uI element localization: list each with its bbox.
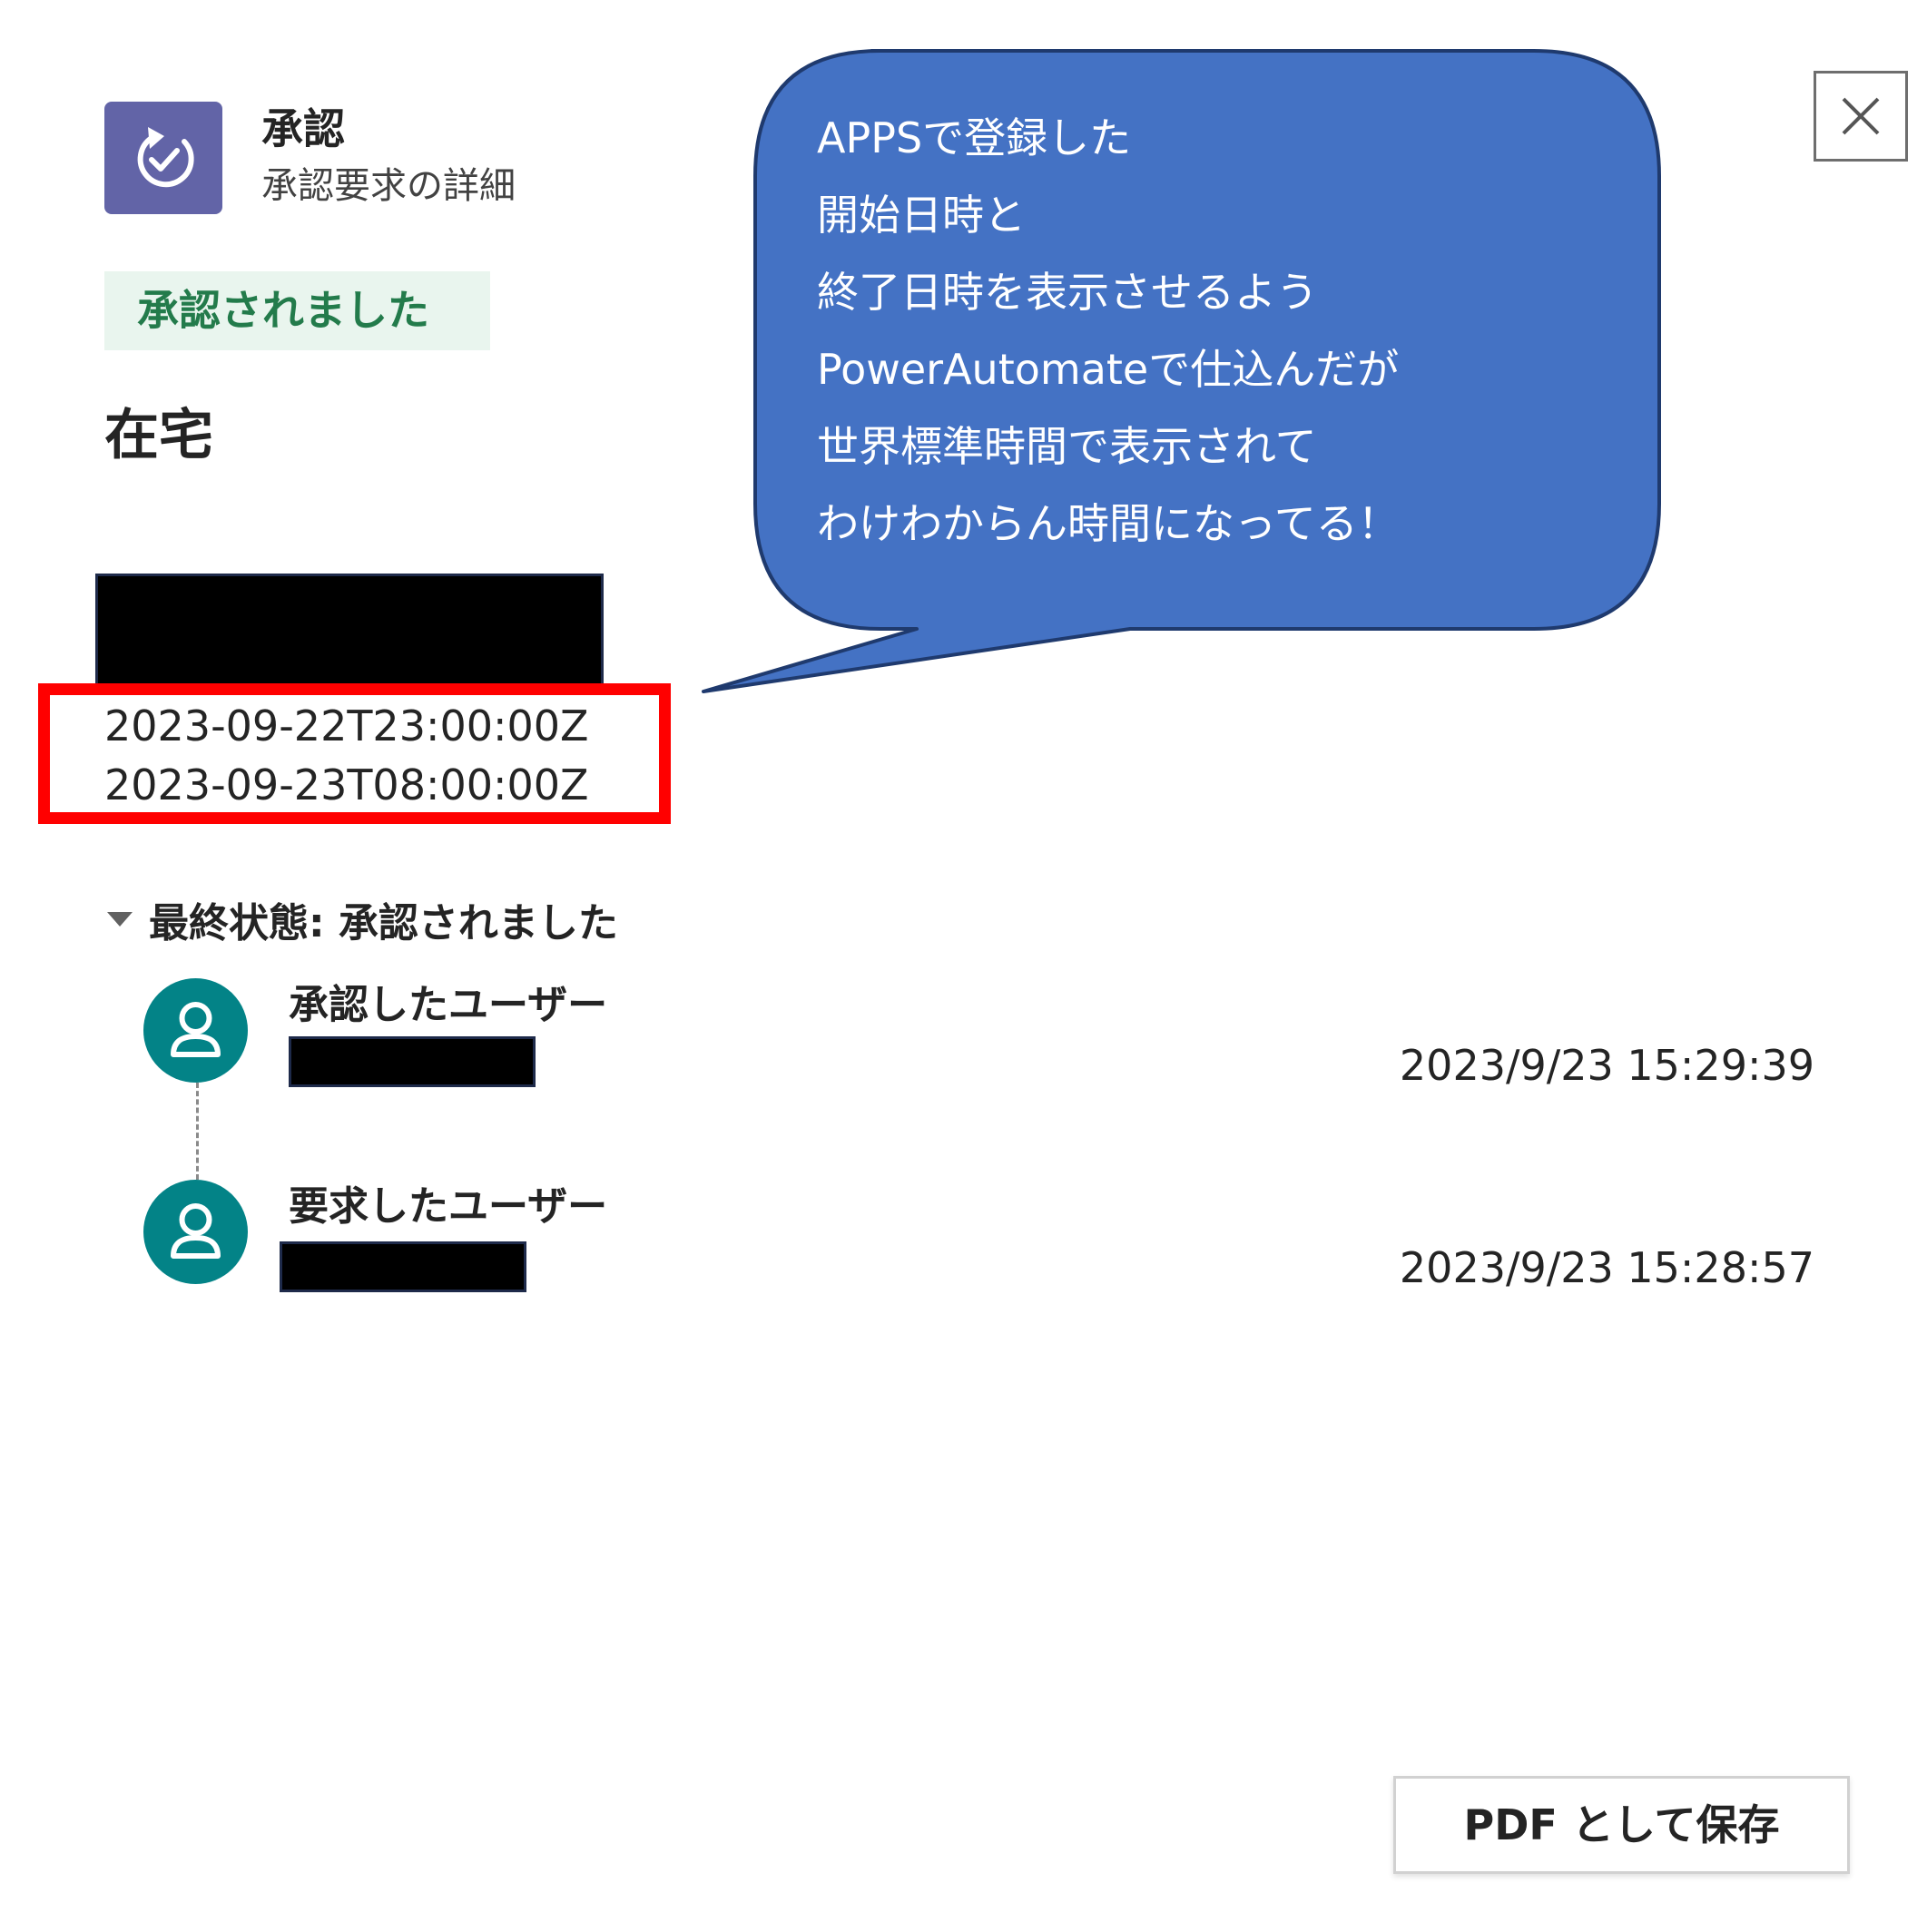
app-subtitle: 承認要求の詳細 xyxy=(261,165,516,207)
person-icon xyxy=(171,1002,221,1057)
request-timestamp: 2023/9/23 15:28:57 xyxy=(1399,1243,1814,1292)
avatar xyxy=(143,1180,248,1284)
highlight-box xyxy=(38,683,671,824)
request-title: 在宅 xyxy=(104,404,213,467)
person-icon xyxy=(171,1203,221,1259)
callout-line-6: わけわからん時間になってる！ xyxy=(817,499,1400,548)
redacted-requester-name xyxy=(280,1241,526,1292)
callout-line-2: 開始日時と xyxy=(817,191,1026,240)
final-status-label: 最終状態: 承認されました xyxy=(149,900,618,946)
timeline-connector xyxy=(196,1083,199,1180)
callout-line-5: 世界標準時間で表示されて xyxy=(817,422,1317,471)
callout-line-1: APPSで登録した xyxy=(817,113,1132,162)
redacted-approver-name xyxy=(289,1036,536,1087)
callout-line-4: PowerAutomateで仕込んだが xyxy=(817,345,1400,394)
avatar xyxy=(143,978,248,1083)
callout-text: APPSで登録した 開始日時と 終了日時を表示させるよう PowerAutoma… xyxy=(817,100,1543,563)
close-button[interactable] xyxy=(1814,71,1908,162)
approver-role-label: 承認したユーザー xyxy=(289,982,608,1028)
final-status-toggle[interactable]: 最終状態: 承認されました xyxy=(107,889,618,949)
callout-line-3: 終了日時を表示させるよう xyxy=(817,268,1318,317)
approvals-icon xyxy=(137,127,194,188)
status-badge: 承認されました xyxy=(104,271,490,350)
approval-timestamp: 2023/9/23 15:29:39 xyxy=(1399,1041,1814,1090)
approvals-app-icon xyxy=(104,102,222,214)
close-icon xyxy=(1842,97,1880,135)
triangle-down-icon xyxy=(107,912,133,927)
redacted-block xyxy=(95,574,604,687)
save-as-pdf-button[interactable]: PDF として保存 xyxy=(1393,1776,1850,1874)
requester-role-label: 要求したユーザー xyxy=(289,1183,608,1230)
app-title: 承認 xyxy=(261,104,345,153)
